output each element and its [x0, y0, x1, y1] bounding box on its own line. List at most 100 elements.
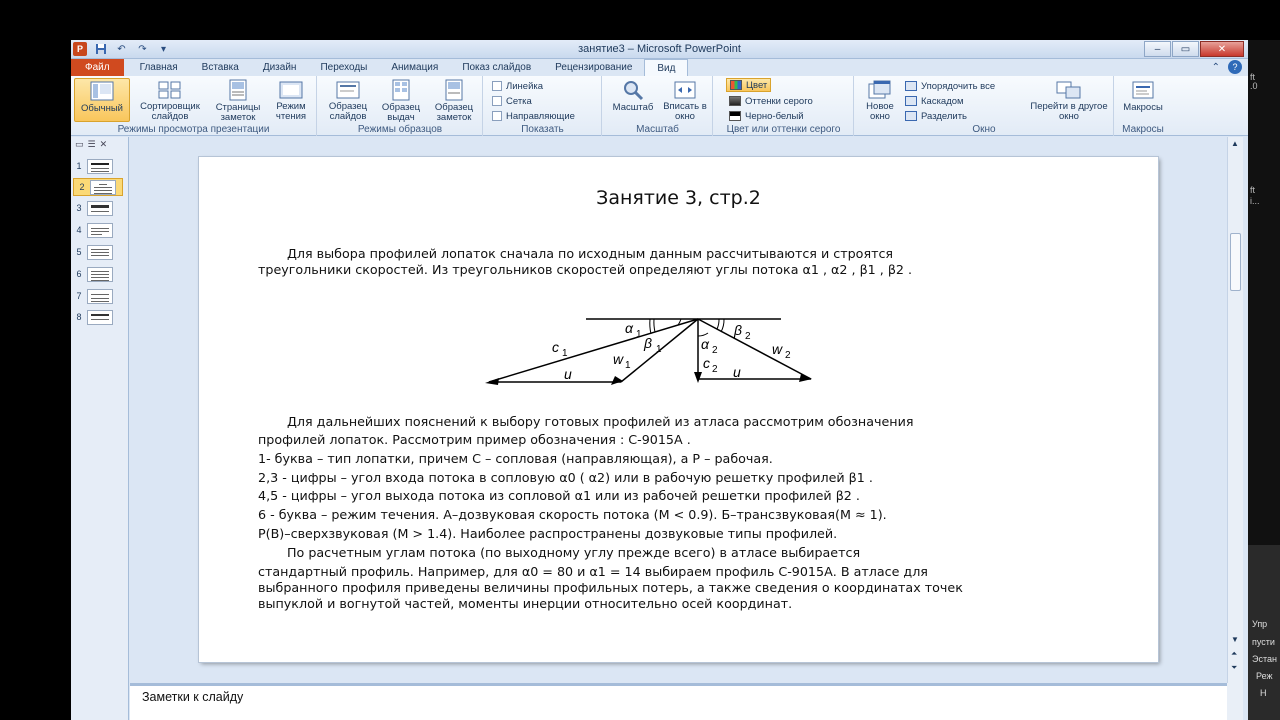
- svg-text:α: α: [625, 320, 634, 336]
- svg-text:1: 1: [625, 360, 631, 371]
- group-label: Показать: [521, 124, 564, 135]
- maximize-button[interactable]: ▭: [1172, 41, 1199, 57]
- notes-scrollbar[interactable]: [1227, 683, 1243, 720]
- group-macros: Макросы Макросы: [1115, 76, 1171, 136]
- grid-checkbox[interactable]: Сетка: [492, 94, 532, 108]
- guides-checkbox[interactable]: Направляющие: [492, 109, 575, 123]
- group-label: Масштаб: [636, 124, 679, 135]
- slide-thumbnail[interactable]: 1: [71, 157, 129, 175]
- tab-animations[interactable]: Анимация: [379, 59, 450, 76]
- svg-text:2: 2: [745, 331, 751, 342]
- svg-text:1: 1: [656, 344, 662, 355]
- slide-text-line: 4,5 - цифры – угол выхода потока из сопл…: [258, 488, 860, 503]
- scroll-down-icon[interactable]: ▼: [1231, 635, 1239, 644]
- group-presentation-views: Обычный Сортировщик слайдов Страницы зам…: [71, 76, 317, 136]
- handout-master-icon: [387, 79, 415, 101]
- svg-text:c: c: [552, 339, 559, 355]
- scroll-thumb[interactable]: [1230, 233, 1241, 291]
- slide-thumbnail[interactable]: 6: [71, 265, 129, 283]
- diagram-label-b1: β1: [643, 335, 662, 355]
- tab-slideshow[interactable]: Показ слайдов: [450, 59, 543, 76]
- slides-tab-icon[interactable]: ▭: [75, 139, 84, 150]
- collapse-ribbon-icon[interactable]: ⌃: [1212, 62, 1220, 73]
- slide-text-line: Р(В)–сверхзвуковая (M > 1.4). Наиболее р…: [258, 526, 838, 541]
- slide-master-button[interactable]: Образец слайдов: [322, 78, 374, 122]
- group-label: Режимы просмотра презентации: [117, 124, 270, 135]
- close-pane-icon[interactable]: ✕: [100, 139, 108, 150]
- tab-review[interactable]: Рецензирование: [543, 59, 644, 76]
- title-bar: P ↶ ↷ ▾ занятие3 – Microsoft PowerPoint …: [71, 40, 1248, 59]
- tab-design[interactable]: Дизайн: [251, 59, 309, 76]
- split-button[interactable]: Разделить: [905, 109, 967, 123]
- macros-button[interactable]: Макросы: [1118, 78, 1168, 122]
- desktop-text: .0: [1250, 81, 1258, 91]
- cascade-button[interactable]: Каскадом: [905, 94, 964, 108]
- slide-thumbnail[interactable]: 4: [71, 221, 129, 239]
- normal-view-button[interactable]: Обычный: [74, 78, 130, 122]
- new-window-icon: [866, 79, 894, 100]
- svg-text:u: u: [733, 364, 741, 380]
- magnifier-icon: [619, 79, 647, 101]
- svg-text:1: 1: [636, 329, 642, 340]
- notes-pane[interactable]: Заметки к слайду: [130, 683, 1227, 720]
- slide-thumbnail[interactable]: 7: [71, 287, 129, 305]
- group-show: Линейка Сетка Направляющие Показать: [484, 76, 602, 136]
- switch-window-icon: [1055, 79, 1083, 100]
- outline-tab-icon[interactable]: ☰: [88, 139, 96, 150]
- slide-sorter-button[interactable]: Сортировщик слайдов: [132, 78, 208, 122]
- color-button[interactable]: Цвет: [726, 78, 772, 92]
- close-button[interactable]: ✕: [1200, 41, 1244, 57]
- new-window-button[interactable]: Новое окно: [857, 78, 903, 122]
- help-icon[interactable]: ?: [1228, 60, 1242, 74]
- notes-page-button[interactable]: Страницы заметок: [210, 78, 266, 123]
- desktop-text: ft: [1250, 185, 1256, 195]
- desktop-text: Реж: [1256, 671, 1273, 681]
- notes-master-button[interactable]: Образец заметок: [428, 78, 480, 123]
- diagram-label-a2: α2: [701, 336, 718, 356]
- tab-insert[interactable]: Вставка: [190, 59, 251, 76]
- diagram-label-a1: α1: [625, 320, 642, 340]
- switch-window-button[interactable]: Перейти в другое окно: [1027, 78, 1111, 122]
- fit-to-window-button[interactable]: Вписать в окно: [659, 78, 711, 122]
- tab-transitions[interactable]: Переходы: [308, 59, 379, 76]
- grayscale-button[interactable]: Оттенки серого: [729, 94, 813, 108]
- desktop-text: пусти: [1252, 637, 1275, 647]
- vertical-scrollbar[interactable]: ▲ ▼ ⏶ ⏷: [1227, 137, 1243, 683]
- slide-thumbnail[interactable]: 5: [71, 243, 129, 261]
- handout-master-button[interactable]: Образец выдач: [375, 78, 427, 123]
- svg-text:β: β: [643, 335, 652, 351]
- grayscale-swatch-icon: [729, 96, 741, 106]
- slide-text-line: треугольники скоростей. Из треугольников…: [258, 262, 913, 277]
- tab-view[interactable]: Вид: [644, 59, 689, 76]
- normal-view-icon: [88, 80, 116, 102]
- group-master-views: Образец слайдов Образец выдач Образец за…: [318, 76, 483, 136]
- pane-tabs: ▭ ☰ ✕: [71, 137, 128, 151]
- svg-text:2: 2: [785, 350, 791, 361]
- slide-thumbnail[interactable]: 8: [71, 308, 129, 326]
- slides-pane: ▭ ☰ ✕ 1 2 3 4 5 6 7 8: [71, 137, 129, 720]
- next-slide-icon[interactable]: ⏷: [1231, 663, 1237, 673]
- previous-slide-icon[interactable]: ⏶: [1231, 649, 1237, 659]
- ribbon-tabs: Файл Главная Вставка Дизайн Переходы Ани…: [71, 59, 1248, 76]
- group-color: Цвет Оттенки серого Черно-белый Цвет или…: [714, 76, 854, 136]
- tab-file[interactable]: Файл: [71, 59, 124, 76]
- minimize-button[interactable]: –: [1144, 41, 1171, 57]
- svg-text:2: 2: [712, 345, 718, 356]
- group-label: Цвет или оттенки серого: [726, 124, 841, 135]
- ruler-checkbox[interactable]: Линейка: [492, 79, 543, 93]
- diagram-label-u-right: u: [733, 364, 741, 380]
- slide-canvas[interactable]: Занятие 3, стр.2 Для выбора профилей лоп…: [199, 157, 1158, 662]
- tab-home[interactable]: Главная: [128, 59, 190, 76]
- slide-text-line: 6 - буква – режим течения. А–дозвуковая …: [258, 507, 887, 522]
- scroll-up-icon[interactable]: ▲: [1231, 139, 1239, 148]
- slide-title[interactable]: Занятие 3, стр.2: [199, 187, 1158, 209]
- black-white-button[interactable]: Черно-белый: [729, 109, 804, 123]
- svg-text:c: c: [703, 355, 710, 371]
- slide-thumbnail[interactable]: 3: [71, 199, 129, 217]
- zoom-button[interactable]: Масштаб: [607, 78, 659, 122]
- arrange-all-button[interactable]: Упорядочить все: [905, 79, 995, 93]
- desktop-text: Эстан: [1252, 654, 1277, 664]
- slide-thumbnail-selected[interactable]: 2: [73, 178, 123, 196]
- group-label: Макросы: [1122, 124, 1164, 135]
- reading-view-button[interactable]: Режим чтения: [268, 78, 314, 122]
